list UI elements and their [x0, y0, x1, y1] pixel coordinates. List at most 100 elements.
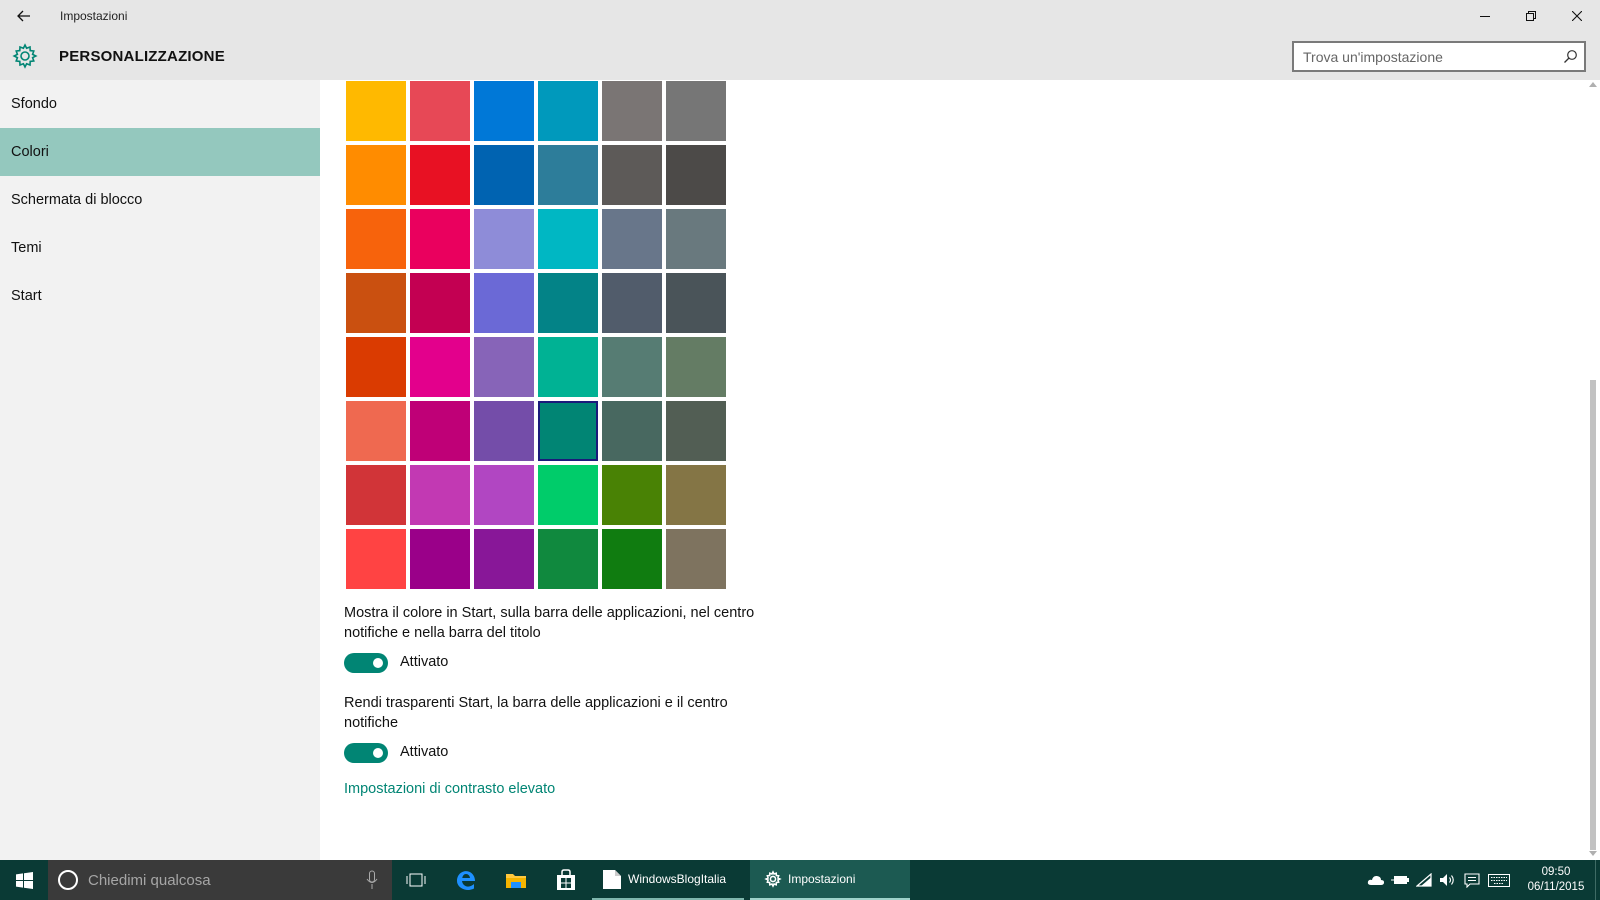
sidebar-item-schermata-di-blocco[interactable]: Schermata di blocco [0, 176, 320, 224]
color-swatch[interactable] [410, 273, 470, 333]
color-swatch[interactable] [346, 273, 406, 333]
color-swatch[interactable] [474, 337, 534, 397]
color-swatch[interactable] [602, 81, 662, 141]
store-button[interactable] [542, 860, 590, 900]
restore-button[interactable] [1508, 0, 1554, 32]
color-swatch[interactable] [666, 337, 726, 397]
color-swatch[interactable] [666, 81, 726, 141]
color-swatch[interactable] [666, 401, 726, 461]
color-swatch[interactable] [346, 337, 406, 397]
onedrive-tray-button[interactable] [1364, 860, 1388, 900]
show-color-toggle[interactable] [344, 653, 388, 673]
scroll-down-arrow-icon[interactable] [1589, 851, 1597, 856]
color-swatch[interactable] [666, 273, 726, 333]
file-explorer-button[interactable] [492, 860, 540, 900]
color-swatch[interactable] [474, 81, 534, 141]
microphone-icon[interactable] [366, 870, 378, 890]
start-button[interactable] [0, 860, 48, 900]
content-pane: Mostra il colore in Start, sulla barra d… [320, 80, 1586, 860]
color-swatch[interactable] [474, 529, 534, 589]
cortana-search-box[interactable]: Chiedimi qualcosa [48, 860, 392, 900]
settings-header: PERSONALIZZAZIONE [0, 32, 1600, 80]
color-swatch[interactable] [410, 465, 470, 525]
sidebar-item-start[interactable]: Start [0, 272, 320, 320]
sidebar-item-temi[interactable]: Temi [0, 224, 320, 272]
color-swatch[interactable] [602, 145, 662, 205]
scroll-thumb[interactable] [1590, 380, 1596, 850]
color-swatch[interactable] [410, 401, 470, 461]
sidebar-item-sfondo[interactable]: Sfondo [0, 80, 320, 128]
windows-logo-icon [15, 871, 33, 889]
clock-date: 06/11/2015 [1527, 881, 1585, 893]
color-swatch[interactable] [538, 209, 598, 269]
color-swatch[interactable] [346, 81, 406, 141]
battery-tray-button[interactable] [1388, 860, 1412, 900]
touch-keyboard-button[interactable] [1484, 860, 1514, 900]
color-swatch[interactable] [410, 209, 470, 269]
back-button[interactable] [8, 0, 40, 32]
color-swatch[interactable] [666, 145, 726, 205]
color-swatch[interactable] [602, 529, 662, 589]
cloud-icon [1367, 875, 1385, 885]
scroll-up-arrow-icon[interactable] [1589, 82, 1597, 87]
color-swatch[interactable] [410, 145, 470, 205]
edge-browser-button[interactable] [442, 860, 490, 900]
color-swatch[interactable] [538, 273, 598, 333]
color-swatch[interactable] [474, 401, 534, 461]
sidebar-item-label: Start [11, 288, 42, 304]
color-swatch[interactable] [346, 401, 406, 461]
color-swatch[interactable] [474, 145, 534, 205]
taskbar-clock[interactable]: 09:50 06/11/2015 [1524, 865, 1588, 895]
sidebar-item-colori[interactable]: Colori [0, 128, 320, 176]
minimize-button[interactable] [1462, 0, 1508, 32]
color-swatch[interactable] [666, 209, 726, 269]
color-swatch[interactable] [602, 401, 662, 461]
color-swatch[interactable] [474, 209, 534, 269]
wifi-tray-button[interactable] [1412, 860, 1436, 900]
edge-browser-icon [457, 871, 475, 891]
color-swatch[interactable] [602, 209, 662, 269]
color-swatch[interactable] [538, 401, 598, 461]
task-view-button[interactable] [392, 860, 440, 900]
battery-plug-icon [1391, 876, 1409, 884]
close-button[interactable] [1554, 0, 1600, 32]
color-swatch[interactable] [666, 529, 726, 589]
color-swatch[interactable] [474, 465, 534, 525]
color-swatch[interactable] [346, 529, 406, 589]
transparency-toggle[interactable] [344, 743, 388, 763]
volume-tray-button[interactable] [1436, 860, 1460, 900]
transparency-toggle-state: Attivato [400, 744, 449, 760]
color-swatch[interactable] [602, 337, 662, 397]
color-swatch[interactable] [346, 145, 406, 205]
color-swatch[interactable] [602, 465, 662, 525]
color-swatch[interactable] [410, 529, 470, 589]
settings-search-box[interactable] [1292, 41, 1586, 72]
color-swatch[interactable] [474, 273, 534, 333]
color-swatch[interactable] [346, 209, 406, 269]
taskbar-app-windowsblogitalia[interactable]: WindowsBlogItalia [592, 860, 744, 900]
speaker-icon [1440, 874, 1454, 886]
taskbar-app-impostazioni[interactable]: Impostazioni [750, 860, 910, 900]
wifi-icon [1416, 873, 1432, 887]
page-title: PERSONALIZZAZIONE [59, 48, 225, 65]
color-swatch[interactable] [602, 273, 662, 333]
color-swatch[interactable] [538, 465, 598, 525]
minimize-icon [1480, 16, 1490, 17]
high-contrast-settings-link[interactable]: Impostazioni di contrasto elevato [344, 781, 555, 797]
color-swatch[interactable] [410, 81, 470, 141]
settings-search-input[interactable] [1294, 43, 1584, 70]
action-center-button[interactable] [1460, 860, 1484, 900]
show-desktop-button[interactable] [1595, 860, 1600, 900]
search-icon[interactable] [1563, 49, 1578, 64]
title-bar: Impostazioni [0, 0, 1600, 32]
toggle-knob [373, 658, 383, 668]
color-swatch[interactable] [538, 529, 598, 589]
color-swatch[interactable] [538, 81, 598, 141]
color-swatch[interactable] [410, 337, 470, 397]
color-swatch[interactable] [666, 465, 726, 525]
content-scrollbar[interactable] [1586, 80, 1600, 860]
color-swatch[interactable] [538, 145, 598, 205]
color-swatch[interactable] [538, 337, 598, 397]
sidebar-item-label: Schermata di blocco [11, 192, 143, 208]
color-swatch[interactable] [346, 465, 406, 525]
